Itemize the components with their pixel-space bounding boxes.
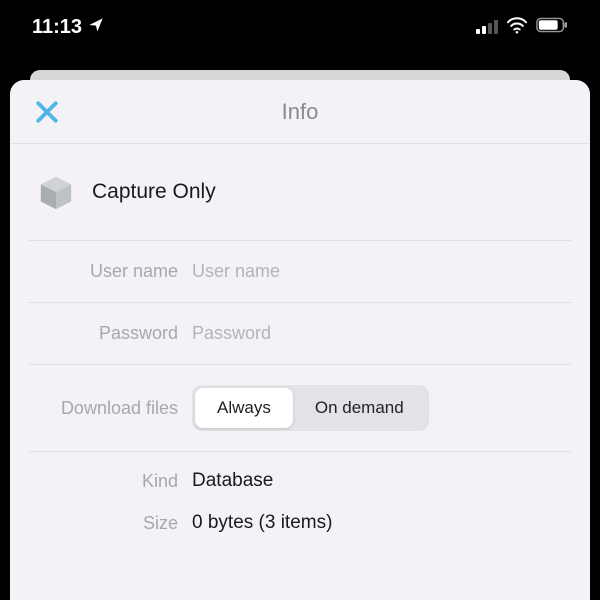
status-time: 11:13 xyxy=(32,16,82,39)
location-arrow-icon xyxy=(88,16,104,39)
download-files-row: Download files Always On demand xyxy=(28,364,572,451)
size-row: Size 0 bytes (3 items) xyxy=(28,502,572,544)
document-name: Capture Only xyxy=(92,180,216,204)
background-card xyxy=(30,70,570,80)
battery-icon xyxy=(536,17,568,38)
cellular-signal-icon xyxy=(476,20,498,34)
download-files-label: Download files xyxy=(28,398,178,419)
sheet-header: Info xyxy=(10,80,590,144)
close-icon xyxy=(32,97,62,127)
info-sheet: Info Capture Only User name Password xyxy=(10,80,590,600)
document-header: Capture Only xyxy=(28,144,572,240)
segment-on-demand[interactable]: On demand xyxy=(293,388,426,428)
kind-value: Database xyxy=(192,470,572,492)
password-row: Password xyxy=(28,302,572,364)
password-input[interactable] xyxy=(192,323,572,344)
cube-icon xyxy=(36,172,76,212)
kind-row: Kind Database xyxy=(28,451,572,502)
segment-always[interactable]: Always xyxy=(195,388,293,428)
username-label: User name xyxy=(28,261,178,282)
password-label: Password xyxy=(28,323,178,344)
wifi-icon xyxy=(506,16,528,39)
download-files-segmented: Always On demand xyxy=(192,385,429,431)
kind-label: Kind xyxy=(28,471,178,492)
sheet-title: Info xyxy=(282,99,319,125)
username-input[interactable] xyxy=(192,261,572,282)
status-bar: 11:13 xyxy=(0,0,600,54)
username-row: User name xyxy=(28,240,572,302)
size-value: 0 bytes (3 items) xyxy=(192,512,572,534)
size-label: Size xyxy=(28,513,178,534)
close-button[interactable] xyxy=(32,97,62,127)
